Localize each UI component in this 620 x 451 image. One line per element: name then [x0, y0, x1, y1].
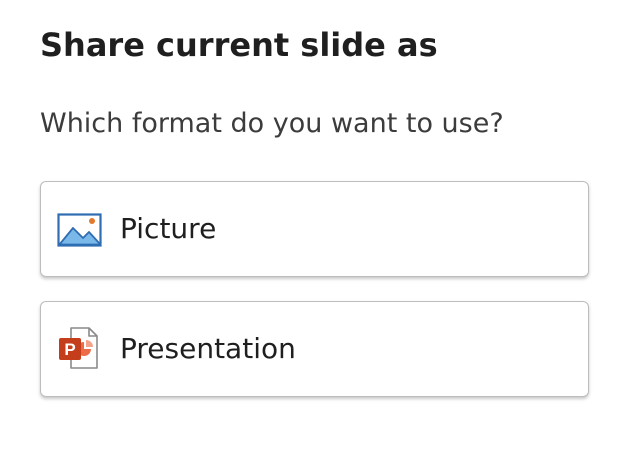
- dialog-title: Share current slide as: [40, 26, 438, 64]
- presentation-option-button[interactable]: P Presentation: [40, 301, 589, 397]
- svg-text:P: P: [64, 340, 75, 359]
- picture-option-label: Picture: [120, 212, 217, 245]
- share-slide-dialog: Share current slide as Which format do y…: [0, 0, 620, 451]
- presentation-option-label: Presentation: [120, 332, 296, 365]
- picture-option-button[interactable]: Picture: [40, 181, 589, 277]
- powerpoint-icon: P: [57, 327, 103, 370]
- picture-icon: [57, 210, 103, 250]
- dialog-subtitle: Which format do you want to use?: [40, 108, 504, 139]
